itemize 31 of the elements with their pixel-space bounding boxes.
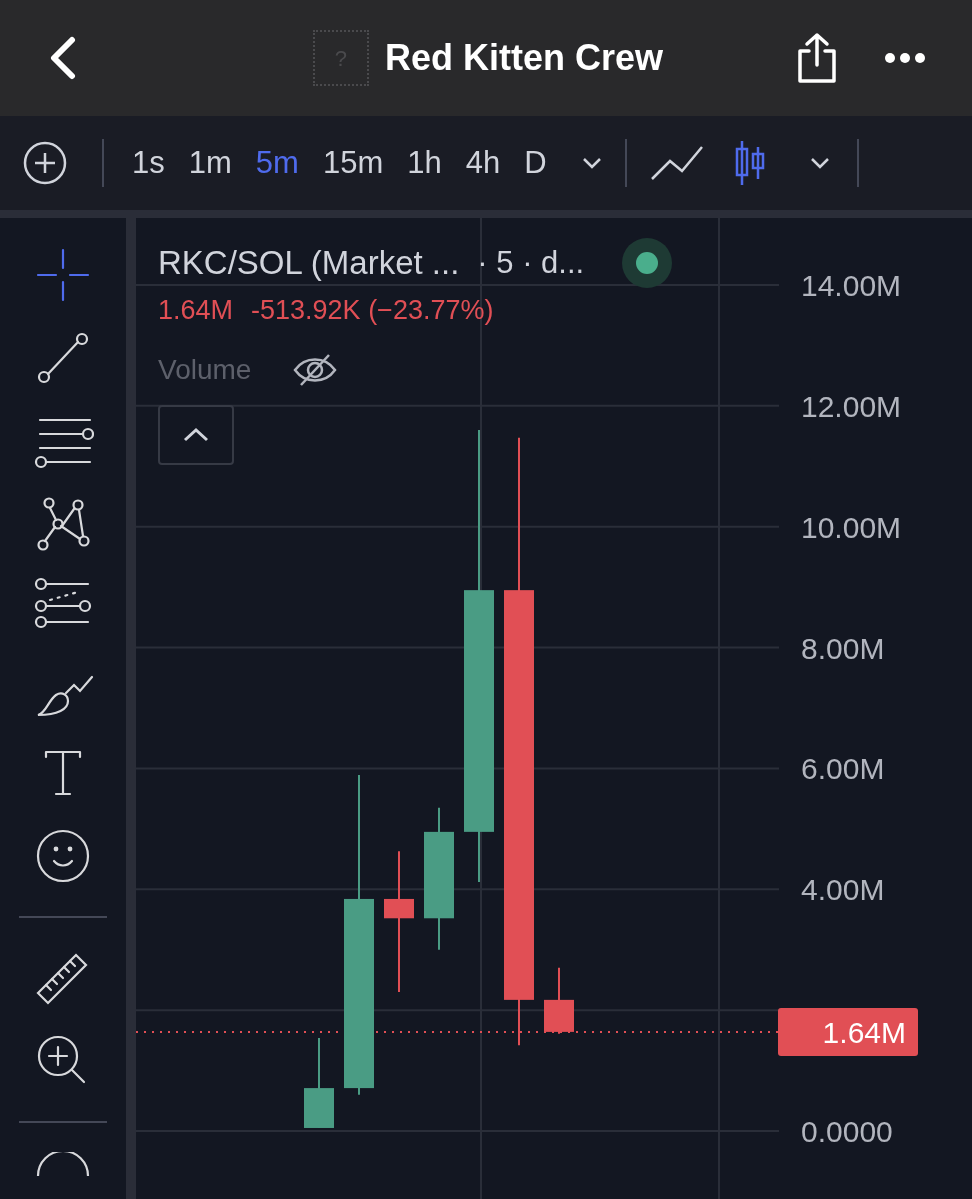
interval-tab[interactable]: D [512,139,559,187]
chevron-down-icon[interactable] [580,156,603,170]
caret-up-icon [182,426,210,443]
chevron-down-icon[interactable] [808,156,831,170]
axis-label: 4.00M [801,873,885,907]
candlestick [544,966,574,1035]
interval-info: · 5 · d... [477,243,585,282]
axis-label: 12.00M [801,389,902,423]
question-mark: ? [334,44,348,73]
axis-label: 8.00M [801,631,885,665]
share-icon[interactable] [796,31,838,85]
volume-label: Volume [158,352,252,387]
add-icon[interactable] [22,140,68,186]
interval-tab[interactable]: 5m [243,139,311,187]
window-title: Red Kitten Crew [384,36,663,80]
more-icon[interactable] [884,52,926,64]
interval-tab[interactable]: 4h [453,139,513,187]
eye-off-icon[interactable] [293,352,338,387]
last-price: 1.64M [158,294,234,327]
axis-label: 14.00M [801,269,902,302]
axis-label: 0.0000 [801,1115,893,1148]
collapse-button[interactable] [158,404,234,465]
interval-tab[interactable]: 1s [120,139,177,187]
axis-label: 10.00M [801,510,902,544]
interval-tab[interactable]: 1h [395,139,454,187]
interval-tab[interactable]: 15m [310,139,396,187]
axis-label: 6.00M [801,752,885,786]
interval-tab[interactable]: 1m [176,139,244,187]
price-tag: 1.64M [778,1007,918,1056]
symbol-name: RKC/SOL (Market ... [158,243,460,284]
price-change: -513.92K (−23.77%) [251,294,494,327]
